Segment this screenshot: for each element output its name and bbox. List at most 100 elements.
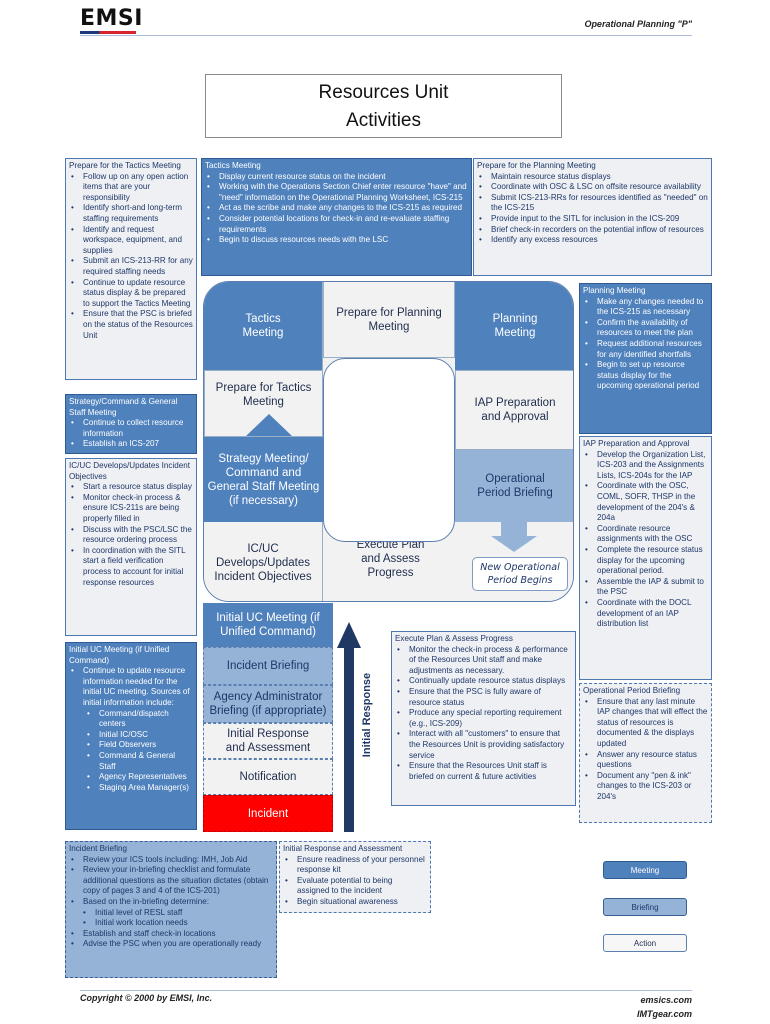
note-item: Make any changes needed to the ICS-215 a…: [585, 297, 708, 318]
note-title: Tactics Meeting: [205, 161, 261, 170]
note-list: Monitor the check-in process & performan…: [395, 645, 572, 783]
link-emsics[interactable]: emsics.com: [637, 993, 692, 1007]
note-list: Ensure that any last minute IAP changes …: [583, 697, 708, 803]
note-title: Prepare for the Planning Meeting: [477, 161, 596, 170]
note-item: Evaluate potential to being assigned to …: [285, 876, 427, 897]
note-item: Develop the Organization List, ICS-203 a…: [585, 450, 708, 482]
note-item: Begin situational awareness: [285, 897, 427, 908]
diagram-center: [323, 358, 455, 542]
note-item: Provide input to the SITL for inclusion …: [479, 214, 708, 225]
note-item: Assemble the IAP & submit to the PSC: [585, 577, 708, 598]
note-iap-preparation: IAP Preparation and Approval Develop the …: [579, 436, 712, 680]
footer-links: emsics.com IMTgear.com: [637, 993, 692, 1021]
note-prepare-planning: Prepare for the Planning Meeting Maintain…: [473, 158, 712, 276]
step-icuc-objectives[interactable]: IC/UC Develops/Updates Incident Objectiv…: [204, 522, 323, 601]
note-item: Ensure that the PSC is briefed on the st…: [71, 309, 193, 341]
note-icuc-objectives: IC/UC Develops/Updates Incident Objectiv…: [65, 458, 197, 636]
page-title: Resources Unit Activities: [205, 74, 562, 138]
initial-response-label: Initial Response: [361, 672, 373, 758]
note-item: Ensure that the PSC is fully aware of re…: [397, 687, 572, 708]
note-item: Ensure that any last minute IAP changes …: [585, 697, 708, 750]
initial-response-arrow-shaft: [344, 647, 354, 832]
note-item: Maintain resource status displays: [479, 172, 708, 183]
note-item: Request additional resources for any ide…: [585, 339, 708, 360]
note-item: Begin to discuss resources needs with th…: [207, 235, 468, 246]
note-item: Follow up on any open action items that …: [71, 172, 193, 204]
note-item: Submit ICS-213-RRs for resources identif…: [479, 193, 708, 214]
step-planning-meeting[interactable]: Planning Meeting: [455, 282, 573, 370]
step-iap-preparation[interactable]: IAP Preparation and Approval: [455, 370, 573, 450]
note-subitem: Initial work location needs: [83, 918, 273, 929]
note-item: Discuss with the PSC/LSC the resource or…: [71, 525, 193, 546]
note-item: Display current resource status on the i…: [207, 172, 468, 183]
note-subitem: Command/dispatch centers: [87, 709, 193, 730]
step-tactics-meeting[interactable]: Tactics Meeting: [204, 282, 323, 370]
note-list: Display current resource status on the i…: [205, 172, 468, 246]
note-item: Interact with all "customers" to ensure …: [397, 729, 572, 761]
step-operational-period-briefing[interactable]: Operational Period Briefing: [455, 450, 573, 522]
down-arrow-shaft: [501, 522, 527, 536]
note-item: Begin to set up resource status display …: [585, 360, 708, 392]
note-initial-uc-meeting: Initial UC Meeting (if Unified Command) …: [65, 642, 197, 830]
note-list: Review your ICS tools including: IMH, Jo…: [69, 855, 273, 950]
header-divider: [80, 35, 692, 36]
note-list: Develop the Organization List, ICS-203 a…: [583, 450, 708, 630]
step-incident-briefing[interactable]: Incident Briefing: [203, 647, 333, 685]
note-item: Monitor check-in process & ensure ICS-21…: [71, 493, 193, 525]
title-line-2: Activities: [346, 110, 421, 131]
note-list: Continue to update resource information …: [69, 666, 193, 793]
footer-divider: [80, 990, 692, 991]
legend-action: Action: [603, 934, 687, 952]
note-planning-meeting: Planning Meeting Make any changes needed …: [579, 283, 712, 434]
note-item: Continue to update resource information …: [71, 666, 193, 793]
legend-meeting: Meeting: [603, 861, 687, 879]
note-initial-response: Initial Response and Assessment Ensure re…: [279, 841, 431, 913]
step-initial-response[interactable]: Initial Response and Assessment: [203, 723, 333, 759]
note-item: Review your ICS tools including: IMH, Jo…: [71, 855, 273, 866]
note-subitem: Initial IC/OSC: [87, 730, 193, 741]
note-operational-period-briefing: Operational Period Briefing Ensure that a…: [579, 683, 712, 823]
note-item: Based on the in-briefing determine: Init…: [71, 897, 273, 929]
note-item: Working with the Operations Section Chie…: [207, 182, 468, 203]
note-list: Make any changes needed to the ICS-215 a…: [583, 297, 708, 392]
note-item: Establish an ICS-207: [71, 439, 193, 450]
note-item: Continue to update resource status displ…: [71, 278, 193, 310]
note-item: Act as the scribe and make any changes t…: [207, 203, 468, 214]
planning-p-diagram: Tactics Meeting Prepare for Planning Mee…: [203, 281, 574, 602]
step-initial-uc-meeting[interactable]: Initial UC Meeting (if Unified Command): [203, 603, 333, 647]
note-item: Identify short-and long-term staffing re…: [71, 203, 193, 224]
note-title: Operational Period Briefing: [583, 686, 681, 695]
note-item: Complete the resource status display for…: [585, 545, 708, 577]
link-imtgear[interactable]: IMTgear.com: [637, 1007, 692, 1021]
note-item: Ensure readiness of your personnel respo…: [285, 855, 427, 876]
header-subtitle: Operational Planning "P": [584, 19, 692, 29]
note-item: Submit an ICS-213-RR for any required st…: [71, 256, 193, 277]
note-title: Prepare for the Tactics Meeting: [69, 161, 181, 170]
note-item: Establish and staff check-in locations: [71, 929, 273, 940]
up-arrow-icon: [246, 414, 292, 436]
note-subitem: Initial level of RESL staff: [83, 908, 273, 919]
note-item: Brief check-in recorders on the potentia…: [479, 225, 708, 236]
note-item: Ensure that the Resources Unit staff is …: [397, 761, 572, 782]
step-prepare-planning[interactable]: Prepare for Planning Meeting: [323, 282, 455, 358]
note-title: Initial Response and Assessment: [283, 844, 403, 853]
note-title: Incident Briefing: [69, 844, 128, 853]
note-item: Coordinate with OSC & LSC on offsite res…: [479, 182, 708, 193]
emsi-logo: EMSI: [80, 6, 143, 31]
step-agency-admin-briefing[interactable]: Agency Administrator Briefing (if approp…: [203, 685, 333, 723]
note-list: Ensure readiness of your personnel respo…: [283, 855, 427, 908]
note-list: Start a resource status displayMonitor c…: [69, 482, 193, 588]
step-strategy-meeting[interactable]: Strategy Meeting/ Command and General St…: [204, 437, 323, 522]
note-subitem: Field Observers: [87, 740, 193, 751]
note-list: Continue to collect resource information…: [69, 418, 193, 450]
note-item: Identify any excess resources: [479, 235, 708, 246]
new-period-badge: New Operational Period Begins: [472, 557, 568, 591]
note-title: IAP Preparation and Approval: [583, 439, 690, 448]
note-item: Start a resource status display: [71, 482, 193, 493]
step-notification[interactable]: Notification: [203, 759, 333, 795]
logo-underline: [80, 31, 136, 34]
note-item: Continue to collect resource information: [71, 418, 193, 439]
legend-briefing: Briefing: [603, 898, 687, 916]
note-item: In coordination with the SITL start a fi…: [71, 546, 193, 588]
step-incident[interactable]: Incident: [203, 795, 333, 832]
